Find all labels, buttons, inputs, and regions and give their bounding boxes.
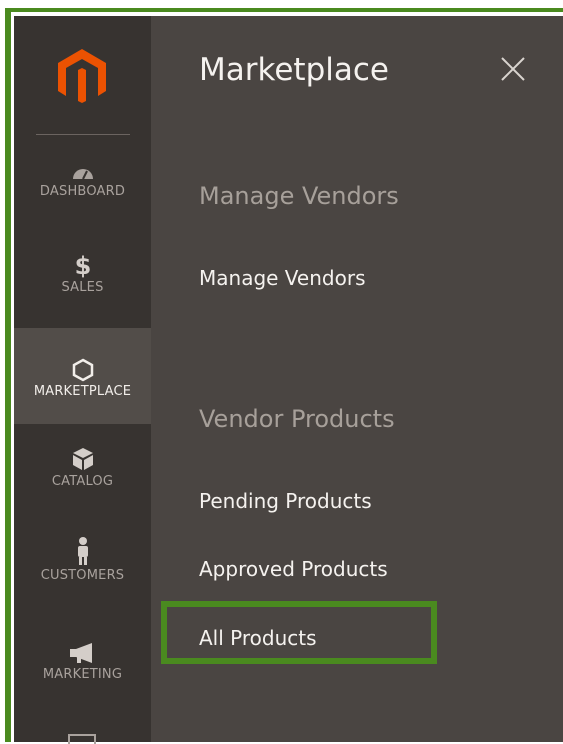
magento-logo[interactable] bbox=[54, 46, 110, 106]
sidebar-item-label: MARKETING bbox=[42, 667, 123, 682]
svg-text:$: $ bbox=[74, 252, 91, 278]
admin-window: DASHBOARD $ SALES MARKETPLACE CATALOG CU… bbox=[0, 0, 563, 744]
sidebar-item-label: DASHBOARD bbox=[39, 184, 126, 199]
section-title-vendor-products: Vendor Products bbox=[199, 405, 395, 433]
sidebar-item-customers[interactable]: CUSTOMERS bbox=[14, 536, 151, 601]
sidebar-item-label: CATALOG bbox=[51, 474, 114, 489]
sidebar-item-marketplace[interactable]: MARKETPLACE bbox=[14, 328, 151, 424]
close-icon[interactable] bbox=[498, 54, 528, 84]
sidebar-item-label: CUSTOMERS bbox=[40, 568, 125, 583]
link-pending-products[interactable]: Pending Products bbox=[199, 489, 372, 513]
admin-sidebar: DASHBOARD $ SALES MARKETPLACE CATALOG CU… bbox=[14, 16, 151, 744]
sidebar-item-label: SALES bbox=[61, 280, 104, 295]
sidebar-item-dashboard[interactable]: DASHBOARD bbox=[14, 162, 151, 217]
dashboard-icon bbox=[72, 169, 93, 180]
monitor-icon[interactable] bbox=[68, 734, 96, 744]
link-manage-vendors[interactable]: Manage Vendors bbox=[199, 266, 365, 290]
megaphone-icon bbox=[69, 643, 92, 663]
all-products-highlight bbox=[161, 601, 437, 664]
sidebar-item-marketing[interactable]: MARKETING bbox=[14, 641, 151, 701]
person-icon bbox=[77, 537, 88, 565]
box-icon bbox=[72, 448, 93, 470]
link-approved-products[interactable]: Approved Products bbox=[199, 557, 388, 581]
sidebar-item-catalog[interactable]: CATALOG bbox=[14, 446, 151, 506]
sidebar-item-label: MARKETPLACE bbox=[33, 384, 132, 399]
panel-title: Marketplace bbox=[199, 52, 389, 88]
sidebar-divider bbox=[36, 134, 130, 135]
sidebar-item-sales[interactable]: $ SALES bbox=[14, 252, 151, 312]
hexagon-icon bbox=[72, 358, 93, 382]
dollar-icon: $ bbox=[74, 252, 91, 278]
section-title-manage-vendors: Manage Vendors bbox=[199, 182, 399, 210]
